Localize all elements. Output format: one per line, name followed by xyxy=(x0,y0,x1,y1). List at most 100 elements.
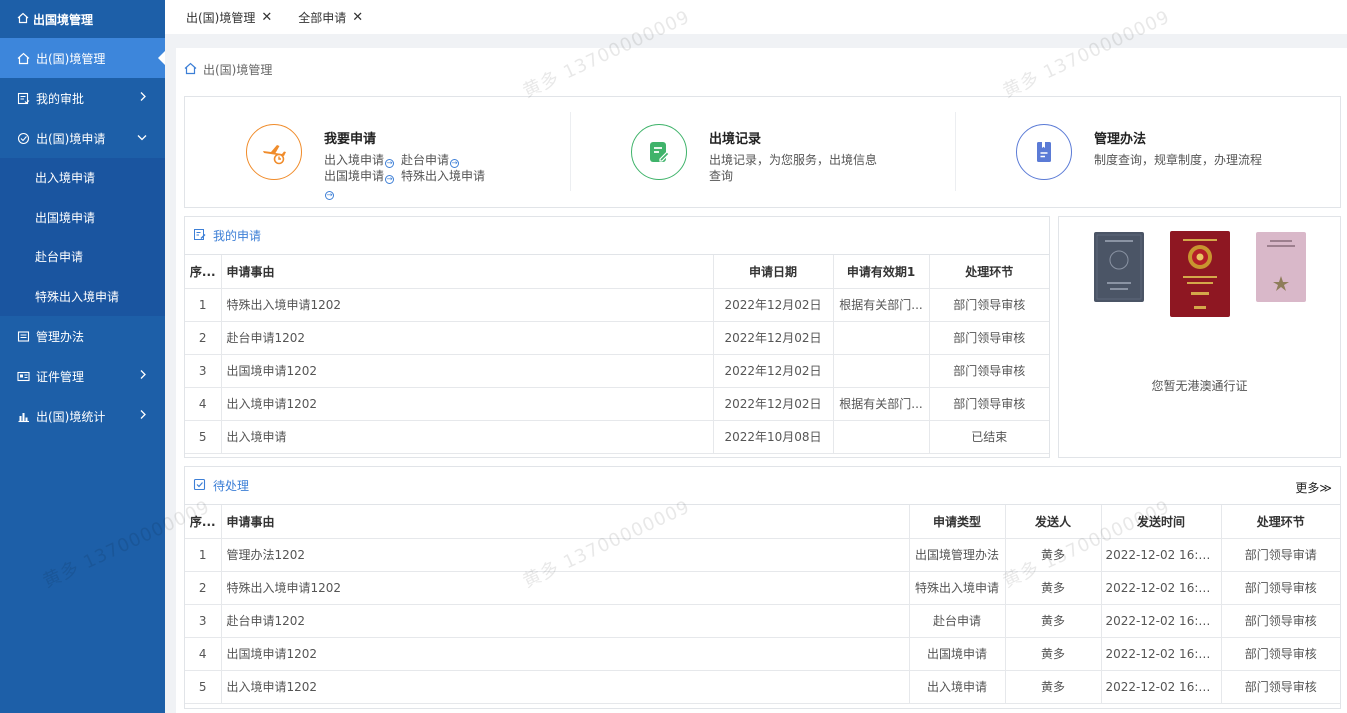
note-edit-icon xyxy=(193,228,206,244)
sidebar-item-label: 我的审批 xyxy=(36,91,85,106)
table-cell: 2022-12-02 16:13:... xyxy=(1101,571,1222,605)
sidebar-item-home[interactable]: 出(国)境管理 xyxy=(0,38,166,78)
tab-exit-management[interactable]: 出(国)境管理 ✕ xyxy=(165,0,282,34)
table-row[interactable]: 4 出入境申请1202 2022年12月02日 根据有关部门... 部门领导审核 xyxy=(185,387,1049,421)
sidebar: 出国境管理 出(国)境管理 我的审批 出(国)境申请 出入境申请 出国境申请 赴… xyxy=(0,0,166,713)
column-header[interactable]: 序... xyxy=(185,255,222,289)
column-header[interactable]: 处理环节 xyxy=(929,255,1049,289)
table-row[interactable]: 1 特殊出入境申请1202 2022年12月02日 根据有关部门... 部门领导… xyxy=(185,288,1049,322)
link-label: 赴台申请 xyxy=(401,153,450,167)
arrow-circle-icon: → xyxy=(385,159,395,168)
table-cell: 2022-12-02 16:11:09 xyxy=(1101,637,1222,671)
link-entry-exit[interactable]: 出入境申请 → xyxy=(324,152,395,168)
table-row[interactable]: 4 出国境申请1202 出国境申请 黄多 2022-12-02 16:11:09… xyxy=(185,637,1340,671)
table-cell: 2022-12-02 16:15:... xyxy=(1101,538,1222,572)
plane-clock-icon[interactable] xyxy=(246,124,302,180)
table-row[interactable]: 3 赴台申请1202 赴台申请 黄多 2022-12-02 16:12:... … xyxy=(185,604,1340,638)
column-header[interactable]: 申请有效期1 xyxy=(833,255,930,289)
table-header-row: 序... 申请事由 申请日期 申请有效期1 处理环节 xyxy=(185,255,1049,289)
column-header[interactable]: 发送人 xyxy=(1005,505,1102,539)
sidebar-subitem-special[interactable]: 特殊出入境申请 xyxy=(0,276,165,316)
more-link[interactable]: 更多≫ xyxy=(1295,479,1332,496)
chevron-right-icon xyxy=(139,410,147,423)
my-applications-title: 我的申请 xyxy=(213,229,262,243)
breadcrumb-text[interactable]: 出(国)境管理 xyxy=(203,61,272,78)
table-cell: 特殊出入境申请 xyxy=(909,571,1006,605)
table-cell: 赴台申请1202 xyxy=(221,604,910,638)
sidebar-item-label: 管理办法 xyxy=(36,329,85,344)
table-row[interactable]: 2 赴台申请1202 2022年12月02日 部门领导审核 xyxy=(185,321,1049,355)
tab-bar: 出(国)境管理 ✕ 全部申请 ✕ xyxy=(165,0,1347,40)
sidebar-subitem-taiwan[interactable]: 赴台申请 xyxy=(0,237,165,277)
quick-actions: 我要申请 出入境申请 → 赴台申请 → 出国境申请 → 特殊出入境申请 → 出境… xyxy=(184,96,1341,208)
sidebar-item-statistics[interactable]: 出(国)境统计 xyxy=(0,396,165,436)
table-cell xyxy=(833,321,930,355)
quick-records-title[interactable]: 出境记录 xyxy=(709,128,884,147)
arrow-circle-icon: → xyxy=(450,159,460,168)
column-header[interactable]: 申请事由 xyxy=(221,255,714,289)
sidebar-item-documents[interactable]: 证件管理 xyxy=(0,356,165,396)
table-row[interactable]: 3 出国境申请1202 2022年12月02日 部门领导审核 xyxy=(185,354,1049,388)
link-label: 特殊出入境申请 xyxy=(401,169,486,183)
link-abroad[interactable]: 出国境申请 → xyxy=(324,168,395,184)
doc-icon xyxy=(16,329,30,343)
table-row[interactable]: 1 管理办法1202 出国境管理办法 黄多 2022-12-02 16:15:.… xyxy=(185,538,1340,572)
table-cell: 5 xyxy=(185,670,222,704)
quick-rules: 管理办法 制度查询，规章制度，办理流程 xyxy=(955,97,1340,207)
quick-rules-title[interactable]: 管理办法 xyxy=(1094,128,1269,147)
link-taiwan[interactable]: 赴台申请 → xyxy=(401,152,460,168)
column-header[interactable]: 发送时间 xyxy=(1101,505,1222,539)
link-special[interactable]: 特殊出入境申请 xyxy=(401,168,485,184)
table-cell: 出入境申请1202 xyxy=(221,670,910,704)
my-applications-table: 序... 申请事由 申请日期 申请有效期1 处理环节 1 特殊出入境申请1202… xyxy=(185,255,1049,454)
quick-apply: 我要申请 出入境申请 → 赴台申请 → 出国境申请 → 特殊出入境申请 → xyxy=(185,97,570,207)
chevron-right-icon xyxy=(139,92,147,105)
table-cell: 2 xyxy=(185,321,222,355)
passport-images xyxy=(1059,230,1340,321)
sidebar-item-rules[interactable]: 管理办法 xyxy=(0,316,165,356)
arrow-circle-icon: → xyxy=(325,191,334,200)
table-cell xyxy=(833,420,930,454)
travel-permit-image xyxy=(1093,230,1145,321)
book-icon[interactable] xyxy=(1016,124,1072,180)
table-cell: 2022年12月02日 xyxy=(713,321,834,355)
table-cell: 2 xyxy=(185,571,222,605)
table-cell: 部门领导审核 xyxy=(929,321,1049,355)
table-row[interactable]: 5 出入境申请 2022年10月08日 已结束 xyxy=(185,420,1049,454)
column-header[interactable]: 申请事由 xyxy=(221,505,910,539)
sidebar-item-my-approval[interactable]: 我的审批 xyxy=(0,78,165,118)
arrow-circle-icon: → xyxy=(385,175,395,184)
table-cell: 已结束 xyxy=(929,420,1049,454)
chevron-right-icon xyxy=(139,370,147,383)
table-row[interactable]: 5 出入境申请1202 出入境申请 黄多 2022-12-02 16:09:..… xyxy=(185,670,1340,704)
column-header[interactable]: 处理环节 xyxy=(1221,505,1340,539)
chevron-down-icon xyxy=(137,132,147,145)
table-cell: 黄多 xyxy=(1005,538,1102,572)
column-header[interactable]: 序... xyxy=(185,505,222,539)
table-cell: 出国境申请 xyxy=(909,637,1006,671)
sidebar-item-apply[interactable]: 出(国)境申请 xyxy=(0,118,165,158)
table-cell: 出入境申请 xyxy=(909,670,1006,704)
link-more[interactable]: → xyxy=(324,184,334,200)
travel-permit-card: 您暂无港澳通行证 xyxy=(1058,216,1341,458)
column-header[interactable]: 申请日期 xyxy=(713,255,834,289)
sidebar-item-label: 证件管理 xyxy=(36,369,85,384)
column-header[interactable]: 申请类型 xyxy=(909,505,1006,539)
apply-icon xyxy=(16,131,30,145)
tab-all-applications[interactable]: 全部申请 ✕ xyxy=(282,0,373,34)
link-label: 出入境申请 xyxy=(324,153,385,167)
table-cell: 出国境申请1202 xyxy=(221,637,910,671)
sidebar-subitem-entry-exit[interactable]: 出入境申请 xyxy=(0,158,165,198)
table-cell: 3 xyxy=(185,604,222,638)
close-icon[interactable]: ✕ xyxy=(352,10,363,25)
edit-document-icon[interactable] xyxy=(631,124,687,180)
close-icon[interactable]: ✕ xyxy=(261,10,272,25)
table-cell xyxy=(833,354,930,388)
sidebar-subitem-abroad[interactable]: 出国境申请 xyxy=(0,197,165,237)
table-cell: 2022-12-02 16:12:... xyxy=(1101,604,1222,638)
quick-apply-title: 我要申请 xyxy=(324,132,377,147)
home-icon xyxy=(16,51,30,65)
table-cell: 黄多 xyxy=(1005,571,1102,605)
table-row[interactable]: 2 特殊出入境申请1202 特殊出入境申请 黄多 2022-12-02 16:1… xyxy=(185,571,1340,605)
table-cell: 根据有关部门... xyxy=(833,288,930,322)
